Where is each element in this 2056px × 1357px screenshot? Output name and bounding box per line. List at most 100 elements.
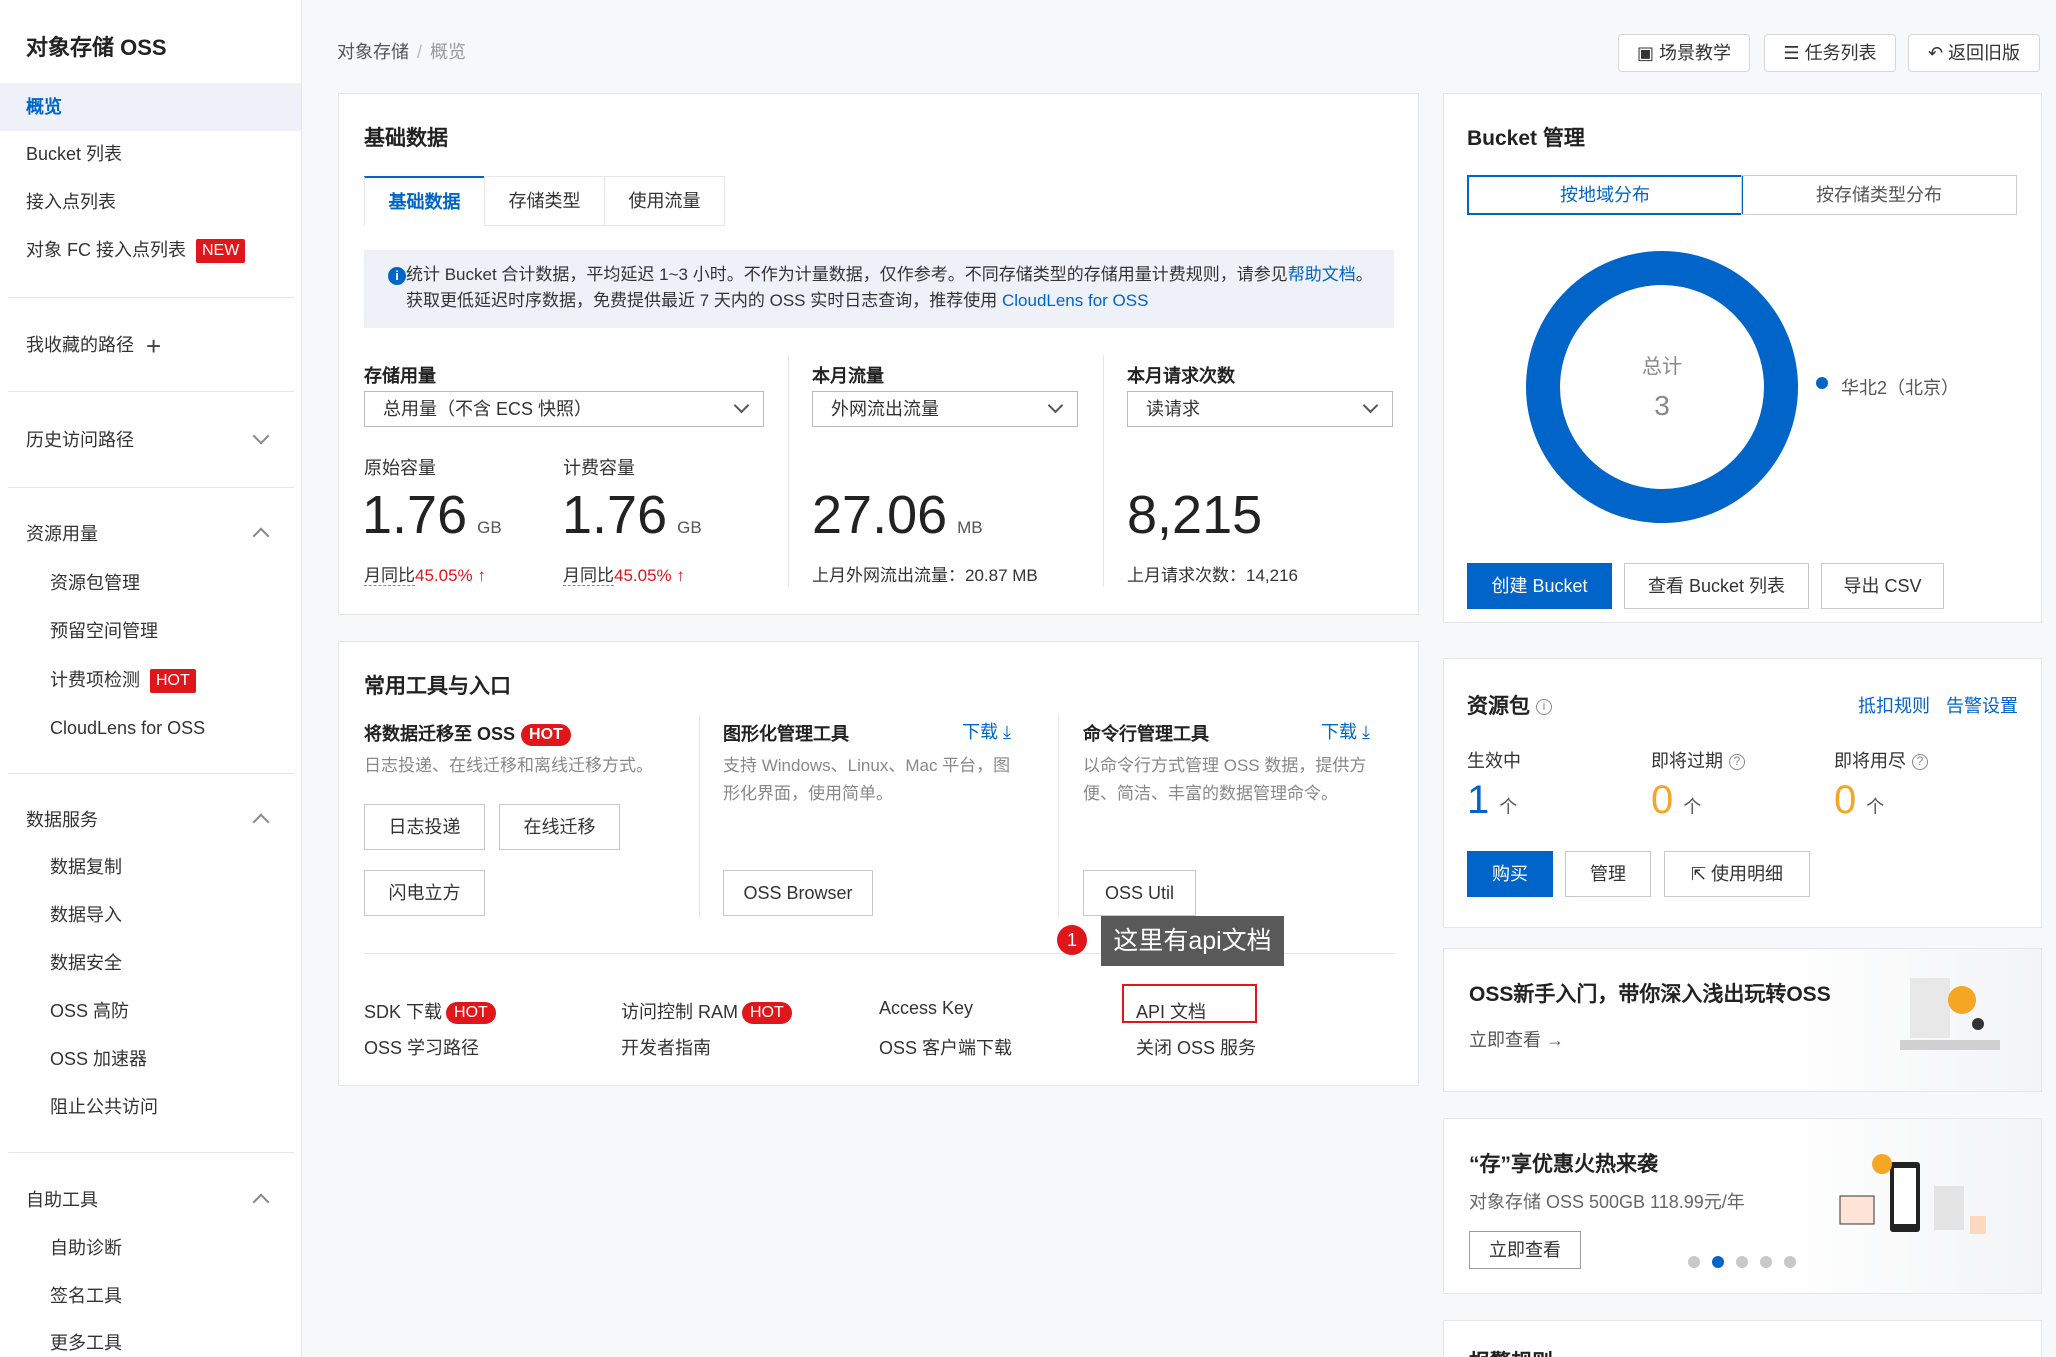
- download-icon: ⤓: [998, 722, 1011, 742]
- gui-download-link[interactable]: 下载 ⤓: [962, 718, 1011, 744]
- download-icon: ⤓: [1357, 722, 1370, 742]
- oss-browser-button[interactable]: OSS Browser: [723, 870, 873, 916]
- cli-download-link[interactable]: 下载 ⤓: [1321, 718, 1370, 744]
- cli-desc: 以命令行方式管理 OSS 数据，提供方 便、简洁、丰富的数据管理命令。: [1083, 752, 1366, 808]
- tab-basic-data[interactable]: 基础数据: [364, 176, 485, 226]
- api-doc-link[interactable]: API 文档: [1136, 998, 1206, 1024]
- info-icon[interactable]: i: [1536, 699, 1552, 716]
- sidebar-item-resource-pkg[interactable]: 资源包管理: [0, 559, 301, 607]
- storage-usage-select[interactable]: 总用量（不含 ECS 快照）: [364, 391, 764, 427]
- manage-button[interactable]: 管理: [1565, 851, 1651, 897]
- view-bucket-list-button[interactable]: 查看 Bucket 列表: [1624, 563, 1809, 609]
- requests-last-month: 上月请求次数：14,216: [1127, 566, 1298, 585]
- requests-select[interactable]: 读请求: [1127, 391, 1393, 427]
- sidebar-group-self-tools[interactable]: 自助工具: [0, 1176, 301, 1224]
- breadcrumb: 对象存储 / 概览: [337, 38, 466, 64]
- sidebar-item-sign-tool[interactable]: 签名工具: [0, 1272, 301, 1320]
- client-download-link[interactable]: OSS 客户端下载: [879, 1034, 1012, 1060]
- access-key-link[interactable]: Access Key: [879, 998, 973, 1019]
- desc-line: 便、简洁、丰富的数据管理命令。: [1083, 784, 1338, 803]
- sidebar-item-bucket-list[interactable]: Bucket 列表: [0, 130, 301, 178]
- sidebar-group-data-services[interactable]: 数据服务: [0, 796, 301, 844]
- back-to-old-button[interactable]: ↶ 返回旧版: [1908, 34, 2040, 72]
- billed-capacity-label: 计费容量: [563, 458, 635, 478]
- breadcrumb-current: 概览: [430, 42, 467, 62]
- divider: [699, 715, 700, 918]
- sidebar-item-cloudlens[interactable]: CloudLens for OSS: [0, 704, 301, 752]
- usage-detail-button[interactable]: ⇱ 使用明细: [1664, 851, 1810, 897]
- hot-badge: HOT: [521, 724, 571, 747]
- sidebar-item-data-security[interactable]: 数据安全: [0, 939, 301, 987]
- cloudlens-link[interactable]: CloudLens for OSS: [1002, 291, 1148, 310]
- sidebar-item-more-tools[interactable]: 更多工具: [0, 1319, 301, 1357]
- sidebar-item-fc-access-points[interactable]: 对象 FC 接入点列表 NEW: [0, 226, 301, 274]
- sdk-download-link[interactable]: SDK 下载 HOT: [364, 998, 496, 1025]
- sidebar-item-favorites[interactable]: 我收藏的路径 +: [0, 321, 301, 369]
- sidebar-item-oss-accel[interactable]: OSS 加速器: [0, 1035, 301, 1083]
- bag-icon: [1934, 1186, 1964, 1230]
- online-migration-button[interactable]: 在线迁移: [499, 804, 620, 850]
- requests-label: 本月请求次数: [1127, 366, 1235, 386]
- scene-tutorial-button[interactable]: ▣ 场景教学: [1618, 34, 1750, 72]
- alarm-settings-link[interactable]: 告警设置: [1946, 692, 2018, 718]
- sidebar-group-resource-usage[interactable]: 资源用量: [0, 510, 301, 558]
- buy-button[interactable]: 购买: [1467, 851, 1553, 897]
- help-doc-link[interactable]: 帮助文档: [1288, 265, 1356, 284]
- tab-by-region[interactable]: 按地域分布: [1467, 175, 1743, 215]
- sidebar-item-access-points[interactable]: 接入点列表: [0, 178, 301, 226]
- log-delivery-button[interactable]: 日志投递: [364, 804, 485, 850]
- oss-util-button[interactable]: OSS Util: [1083, 870, 1196, 916]
- gear-icon: [1972, 1018, 1984, 1030]
- select-value: 外网流出流量: [831, 399, 939, 419]
- breadcrumb-root[interactable]: 对象存储: [337, 42, 409, 62]
- sidebar-item-billing-check[interactable]: 计费项检测 HOT: [0, 656, 301, 704]
- oss-learning-path-link[interactable]: OSS 学习路径: [364, 1034, 479, 1060]
- help-icon[interactable]: ?: [1912, 754, 1928, 771]
- divider: [1103, 355, 1104, 587]
- deduction-rules-link[interactable]: 抵扣规则: [1858, 692, 1930, 718]
- view-now-button[interactable]: 立即查看: [1469, 1231, 1581, 1269]
- task-list-button[interactable]: ☰ 任务列表: [1764, 34, 1896, 72]
- promo-title: “存”享优惠火热来袭: [1469, 1153, 1658, 1176]
- plus-icon[interactable]: +: [146, 333, 161, 359]
- button-label: 任务列表: [1804, 43, 1877, 63]
- sidebar-item-data-copy[interactable]: 数据复制: [0, 843, 301, 891]
- lightning-cube-button[interactable]: 闪电立方: [364, 870, 485, 916]
- resource-title: 资源包 i: [1467, 690, 1552, 720]
- dev-guide-link[interactable]: 开发者指南: [621, 1034, 711, 1060]
- sidebar-item-self-diag[interactable]: 自助诊断: [0, 1224, 301, 1272]
- carousel-dot[interactable]: [1760, 1256, 1772, 1268]
- chevron-up-icon: [252, 813, 270, 831]
- link-label: 立即查看: [1469, 1030, 1541, 1050]
- tab-by-storage-type[interactable]: 按存储类型分布: [1741, 175, 2017, 215]
- traffic-select[interactable]: 外网流出流量: [812, 391, 1078, 427]
- chevron-down-icon: [252, 427, 270, 445]
- carousel-dot[interactable]: [1784, 1256, 1796, 1268]
- tab-traffic[interactable]: 使用流量: [604, 176, 725, 226]
- carousel-dot-active[interactable]: [1712, 1256, 1724, 1268]
- unit: 个: [1866, 797, 1885, 817]
- desc-line: 以命令行方式管理 OSS 数据，提供方: [1083, 756, 1367, 775]
- value: 1.76: [562, 485, 668, 545]
- alarm-rules-title: 报警规则: [1469, 1346, 1553, 1357]
- sidebar-item-overview[interactable]: 概览: [0, 83, 301, 131]
- sidebar-item-label: 历史访问路径: [26, 430, 134, 450]
- billed-capacity-value: 1.76 GB: [562, 484, 702, 546]
- sidebar-item-oss-defense[interactable]: OSS 高防: [0, 987, 301, 1035]
- help-icon[interactable]: ?: [1729, 754, 1745, 771]
- sidebar-item-history[interactable]: 历史访问路径: [0, 416, 301, 464]
- view-now-link[interactable]: 立即查看 →: [1469, 1026, 1564, 1052]
- carousel-dot[interactable]: [1688, 1256, 1700, 1268]
- close-oss-service-link[interactable]: 关闭 OSS 服务: [1136, 1034, 1256, 1060]
- unit: 个: [1499, 797, 1518, 817]
- carousel-dot[interactable]: [1736, 1256, 1748, 1268]
- button-label: 使用明细: [1711, 864, 1784, 884]
- sidebar-item-block-public[interactable]: 阻止公共访问: [0, 1083, 301, 1131]
- ram-link[interactable]: 访问控制 RAM HOT: [621, 998, 792, 1025]
- tab-storage-type[interactable]: 存储类型: [484, 176, 605, 226]
- create-bucket-button[interactable]: 创建 Bucket: [1467, 563, 1612, 609]
- donut-ring: [1526, 251, 1798, 523]
- sidebar-item-reserved-space[interactable]: 预留空间管理: [0, 607, 301, 655]
- sidebar-item-data-import[interactable]: 数据导入: [0, 891, 301, 939]
- export-csv-button[interactable]: 导出 CSV: [1821, 563, 1944, 609]
